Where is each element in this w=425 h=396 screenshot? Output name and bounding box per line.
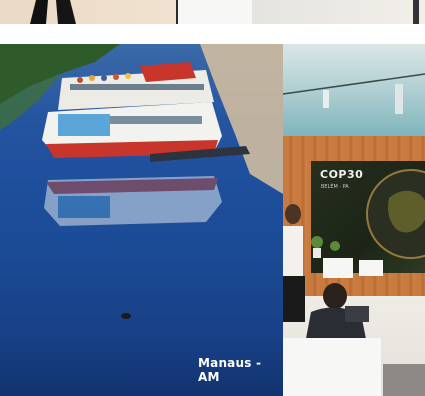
top-photo-strip bbox=[0, 0, 425, 24]
poster-caption: Manaus - AM bbox=[198, 356, 262, 384]
booth-people-and-furniture bbox=[283, 204, 425, 396]
main-photo: Manaus - AM COP30 BELÉM · PA bbox=[0, 44, 425, 396]
manaus-poster: Manaus - AM bbox=[0, 44, 283, 396]
white-display-plinth bbox=[176, 0, 252, 24]
cop30-booth: COP30 BELÉM · PA bbox=[283, 44, 425, 396]
stand-post bbox=[413, 0, 419, 24]
person-legs bbox=[30, 0, 76, 24]
riverboat-illustration bbox=[0, 44, 283, 319]
